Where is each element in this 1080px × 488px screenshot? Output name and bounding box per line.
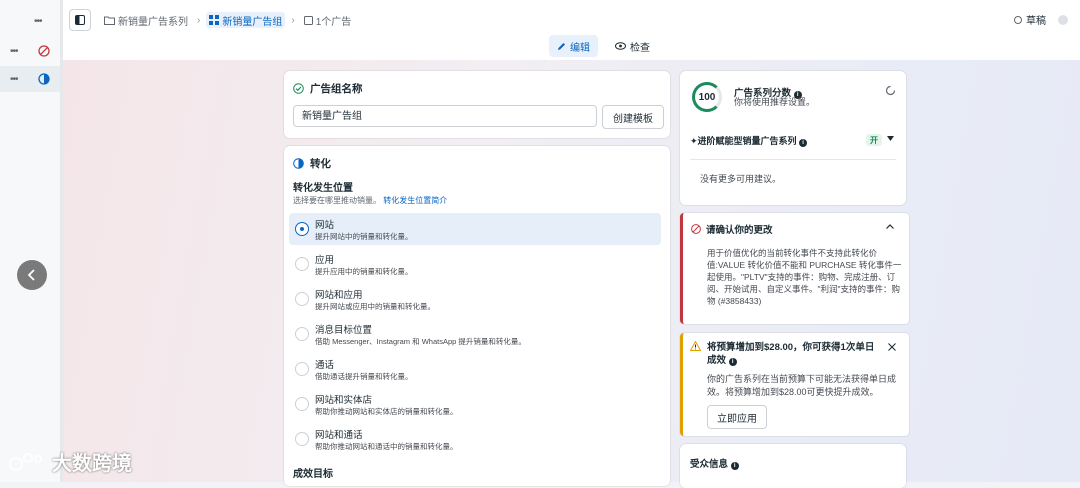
half-circle-icon <box>293 158 304 169</box>
radio-button[interactable] <box>295 432 309 446</box>
divider <box>690 159 896 160</box>
more-icon[interactable]: ••• <box>10 46 24 57</box>
option-messaging[interactable]: 消息目标位置 借助 Messenger、Instagram 和 WhatsApp… <box>289 318 661 350</box>
breadcrumb-ad[interactable]: 1个广告 <box>301 12 355 28</box>
mode-bar: 编辑 检查 <box>61 34 1080 60</box>
confirm-changes-card: 请确认你的更改 用于价值优化的当前转化事件不支持此转化价值:VALUE 转化价值… <box>680 213 909 324</box>
check-circle-icon <box>293 83 304 94</box>
option-website[interactable]: 网站 提升网站中的销量和转化量。 <box>289 213 661 245</box>
watermark-logo: 大数跨境 <box>8 447 132 476</box>
apply-now-button[interactable]: 立即应用 <box>707 405 767 429</box>
draft-status-icon <box>1014 15 1022 24</box>
conversion-location-hint: 选择要在哪里推动销量。 转化发生位置简介 <box>293 196 448 205</box>
toggle-icon[interactable] <box>1058 14 1068 25</box>
more-icon[interactable]: ••• <box>34 16 48 27</box>
conversion-card: 转化 转化发生位置 选择要在哪里推动销量。 转化发生位置简介 网站 提升网站中的… <box>284 146 670 486</box>
review-mode-button[interactable]: 检查 <box>609 35 656 57</box>
conversion-location-label: 转化发生位置 <box>293 183 353 194</box>
location-help-link[interactable]: 转化发生位置简介 <box>383 196 447 205</box>
radio-button[interactable] <box>295 397 309 411</box>
back-arrow-button[interactable] <box>17 260 47 290</box>
option-calls[interactable]: 通话 借助通话提升销量和转化量。 <box>289 353 661 385</box>
chevron-right-icon: › <box>197 14 201 26</box>
rail-row-campaign[interactable]: ••• <box>0 8 60 34</box>
advantage-label: ✦进阶赋能型销量广告系列 i <box>690 134 808 147</box>
score-ring: 100 <box>692 82 722 112</box>
info-icon[interactable]: i <box>730 462 739 470</box>
card-title: 转化 <box>293 156 331 171</box>
radio-button[interactable] <box>295 257 309 271</box>
info-icon[interactable]: i <box>799 139 808 147</box>
close-icon[interactable] <box>888 343 896 351</box>
edit-mode-button[interactable]: 编辑 <box>549 35 598 57</box>
performance-goal-label: 成效目标 <box>293 469 333 480</box>
watermark-icon <box>9 452 42 471</box>
breadcrumb: 新销量广告系列 › 新销量广告组 › 1个广告 <box>101 12 354 28</box>
audience-title: 受众信息 i <box>690 456 739 470</box>
pencil-icon <box>558 42 565 50</box>
caret-down-icon[interactable] <box>887 136 894 141</box>
score-subtitle: 你将使用推荐设置。 <box>734 97 816 107</box>
sidebar-toggle-button[interactable] <box>69 9 91 31</box>
more-icon[interactable]: ••• <box>10 74 24 85</box>
advantage-status-badge: 开 <box>866 134 882 146</box>
option-app[interactable]: 应用 提升应用中的销量和转化量。 <box>289 248 661 280</box>
error-icon <box>38 45 50 57</box>
chevron-up-icon[interactable] <box>886 224 894 229</box>
chevron-right-icon: › <box>291 14 295 26</box>
option-website-and-app[interactable]: 网站和应用 提升网站或应用中的销量和转化量。 <box>289 283 661 315</box>
budget-suggestion-card: 将预算增加到$28.00，你可获得1次单日成效 i 你的广告系列在当前预算下可能… <box>680 333 909 436</box>
adset-name-card: 广告组名称 新销量广告组 创建模板 <box>284 71 670 138</box>
top-bar: 新销量广告系列 › 新销量广告组 › 1个广告 草稿 <box>61 0 1080 38</box>
rail-row-adset[interactable]: ••• <box>0 38 60 64</box>
budget-title: 将预算增加到$28.00，你可获得1次单日成效 i <box>707 342 875 366</box>
radio-button[interactable] <box>296 223 308 235</box>
eye-icon <box>615 42 626 50</box>
budget-body: 你的广告系列在当前预算下可能无法获得单日成效。将预算增加到$28.00可更快提升… <box>707 374 897 397</box>
status-indicator: 草稿 <box>1014 12 1068 27</box>
ad-icon <box>303 15 313 25</box>
breadcrumb-adset[interactable]: 新销量广告组 <box>206 12 286 28</box>
rail-row-ad[interactable]: ••• <box>0 66 60 92</box>
folder-icon <box>104 16 115 25</box>
loading-spinner-icon <box>885 85 896 96</box>
info-icon[interactable]: i <box>728 358 737 366</box>
confirm-body: 用于价值优化的当前转化事件不支持此转化价值:VALUE 转化价值不能和 PURC… <box>707 248 902 306</box>
confirm-title: 请确认你的更改 <box>691 222 773 236</box>
no-suggestions-text: 没有更多可用建议。 <box>700 174 782 184</box>
audience-card: 受众信息 i <box>680 444 906 488</box>
half-circle-icon <box>38 73 50 85</box>
radio-button[interactable] <box>295 292 309 306</box>
card-title: 广告组名称 <box>293 81 363 96</box>
warning-icon <box>690 341 701 351</box>
create-template-button[interactable]: 创建模板 <box>602 105 664 129</box>
left-rail: ••• ••• ••• <box>0 0 61 482</box>
sparkle-icon: ✦ <box>690 136 698 146</box>
error-icon <box>691 224 701 234</box>
option-website-and-store[interactable]: 网站和实体店 帮助你推动网站和实体店的销量和转化量。 <box>289 388 661 420</box>
grid-icon <box>209 15 220 25</box>
campaign-score-card: 100 广告系列分数 i 你将使用推荐设置。 ✦进阶赋能型销量广告系列 i 开 … <box>680 71 906 205</box>
radio-button[interactable] <box>295 327 309 341</box>
breadcrumb-campaign[interactable]: 新销量广告系列 <box>101 12 191 28</box>
radio-button[interactable] <box>295 362 309 376</box>
adset-name-input[interactable]: 新销量广告组 <box>293 105 597 127</box>
divider <box>60 0 63 482</box>
option-website-and-calls[interactable]: 网站和通话 帮助你推动网站和通话中的销量和转化量。 <box>289 423 661 455</box>
